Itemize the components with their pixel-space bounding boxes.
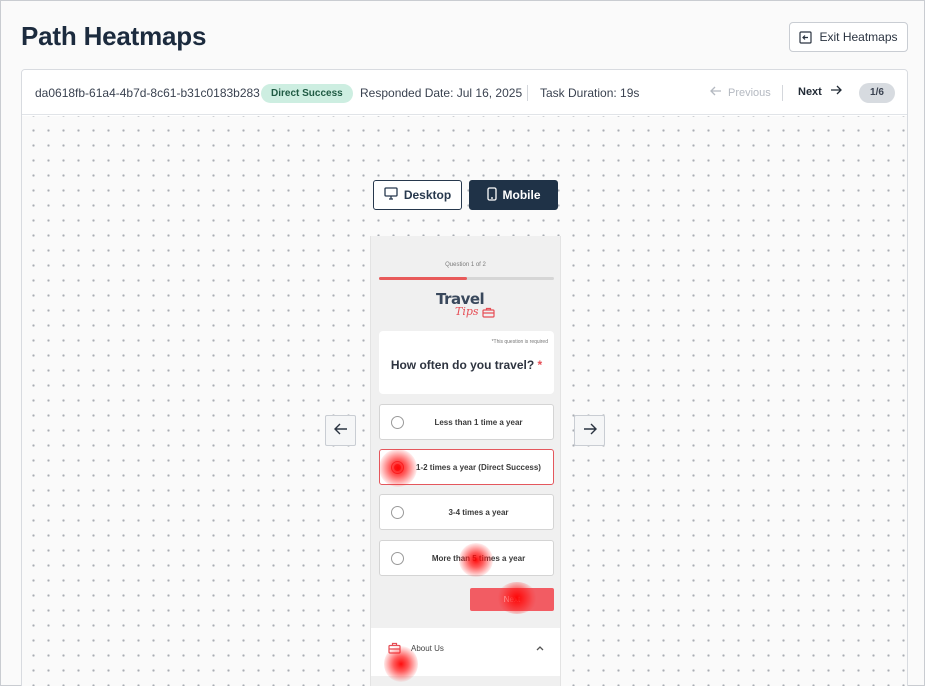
page-frame: Path Heatmaps Exit Heatmaps da0618fb-61a… xyxy=(0,0,925,686)
radio-button[interactable] xyxy=(391,506,404,519)
question-title: How often do you travel? * xyxy=(379,358,554,372)
page-title: Path Heatmaps xyxy=(21,21,207,51)
mobile-toggle-button[interactable]: Mobile xyxy=(469,180,558,210)
logo-script-text: Tips xyxy=(455,305,479,318)
suitcase-icon xyxy=(482,305,495,323)
previous-label: Previous xyxy=(728,86,771,99)
responded-date: Responded Date: Jul 16, 2025 xyxy=(360,86,523,100)
question-text: How often do you travel? xyxy=(390,358,535,372)
answer-option[interactable]: 3-4 times a year xyxy=(379,494,554,530)
answer-option[interactable]: More than 5 times a year xyxy=(379,540,554,576)
smartphone-icon xyxy=(486,186,497,204)
about-us-label: About Us xyxy=(411,644,444,653)
answer-option[interactable]: 1-2 times a year (Direct Success) xyxy=(379,449,554,485)
divider xyxy=(527,85,528,101)
status-badge: Direct Success xyxy=(261,84,353,103)
arrow-right-icon xyxy=(830,85,842,98)
answer-option[interactable]: Less than 1 time a year xyxy=(379,404,554,440)
answer-option-label: Less than 1 time a year xyxy=(434,418,523,427)
question-counter: Question 1 of 2 xyxy=(445,262,486,268)
desktop-label: Desktop xyxy=(403,188,452,202)
response-header: da0618fb-61a4-4b7d-8c61-b31c0183b283 Dir… xyxy=(22,70,907,115)
next-response-button[interactable]: Next xyxy=(798,85,842,98)
answer-option-label: 3-4 times a year xyxy=(448,508,509,517)
heatmap-card: da0618fb-61a4-4b7d-8c61-b31c0183b283 Dir… xyxy=(21,69,908,686)
next-label: Next xyxy=(798,85,822,98)
survey-next-button[interactable]: Next xyxy=(470,588,554,611)
mobile-label: Mobile xyxy=(502,188,541,202)
desktop-toggle-button[interactable]: Desktop xyxy=(373,180,462,210)
task-duration: Task Duration: 19s xyxy=(540,86,640,100)
arrow-right-icon xyxy=(583,422,597,440)
required-star: * xyxy=(537,358,543,372)
answer-option-label: 1-2 times a year (Direct Success) xyxy=(416,463,541,472)
progress-bar-fill xyxy=(379,277,467,280)
exit-icon xyxy=(799,30,813,44)
device-toggle: Desktop Mobile xyxy=(373,180,558,210)
divider xyxy=(782,85,783,101)
required-note: *This question is required xyxy=(491,339,548,345)
page-indicator: 1/6 xyxy=(859,83,895,103)
briefcase-icon xyxy=(388,641,401,659)
previous-button[interactable]: Previous xyxy=(710,86,771,99)
chevron-up-icon[interactable] xyxy=(536,643,544,653)
next-page-arrow-button[interactable] xyxy=(574,415,605,446)
travel-tips-logo: Travel Tips xyxy=(433,290,503,326)
heatmap-canvas: Desktop Mobile Question 1 of 2 Travel Ti… xyxy=(22,116,907,686)
radio-button[interactable] xyxy=(391,416,404,429)
answer-option-label: More than 5 times a year xyxy=(431,554,526,563)
about-us-row[interactable]: About Us xyxy=(371,640,560,660)
radio-button[interactable] xyxy=(391,461,404,474)
radio-button[interactable] xyxy=(391,552,404,565)
exit-heatmaps-label: Exit Heatmaps xyxy=(819,30,898,44)
question-card: *This question is required How often do … xyxy=(379,331,554,394)
monitor-icon xyxy=(384,187,398,203)
progress-bar xyxy=(379,277,554,280)
previous-page-arrow-button[interactable] xyxy=(325,415,356,446)
arrow-left-icon xyxy=(710,86,722,99)
exit-heatmaps-button[interactable]: Exit Heatmaps xyxy=(789,22,908,52)
mobile-preview: Question 1 of 2 Travel Tips *This questi… xyxy=(370,236,561,686)
arrow-left-icon xyxy=(333,422,348,440)
response-id: da0618fb-61a4-4b7d-8c61-b31c0183b283 xyxy=(35,86,260,100)
